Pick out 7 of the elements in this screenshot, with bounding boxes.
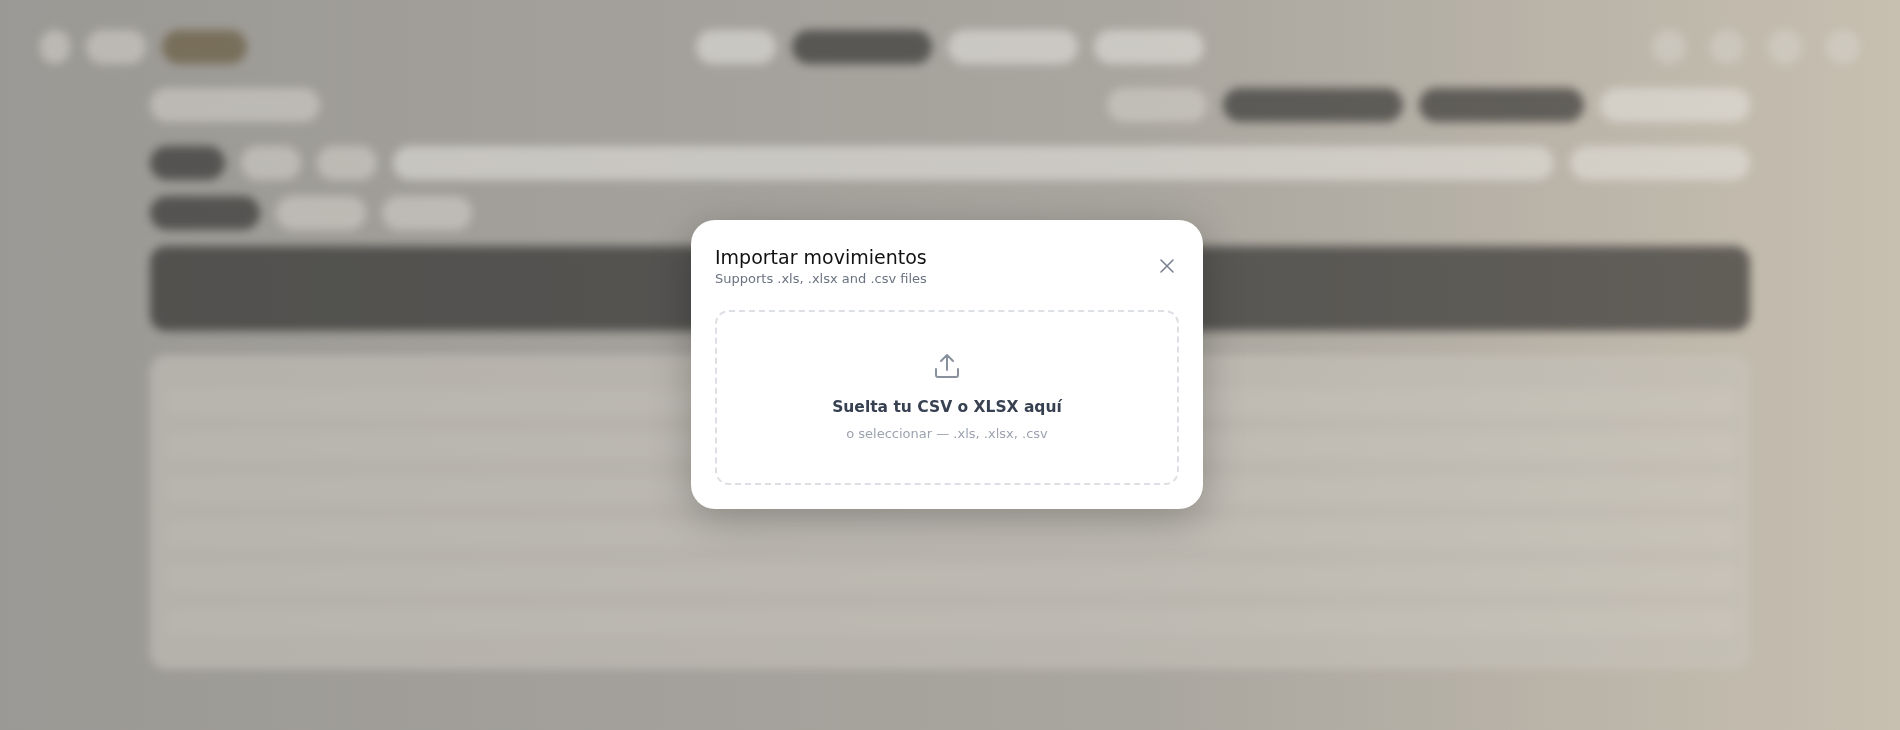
file-drop-zone[interactable]: Suelta tu CSV o XLSX aquí o seleccionar — .xls, .xlsx, .csv xyxy=(715,310,1179,486)
drop-zone-hint: o seleccionar — .xls, .xlsx, .csv xyxy=(846,424,1048,443)
upload-icon xyxy=(933,352,961,381)
drop-zone-title: Suelta tu CSV o XLSX aquí xyxy=(832,397,1062,419)
dialog-subtitle: Supports .xls, .xlsx and .csv files xyxy=(715,269,927,288)
close-icon xyxy=(1160,259,1174,273)
dialog-title: Importar movimientos xyxy=(715,246,927,269)
